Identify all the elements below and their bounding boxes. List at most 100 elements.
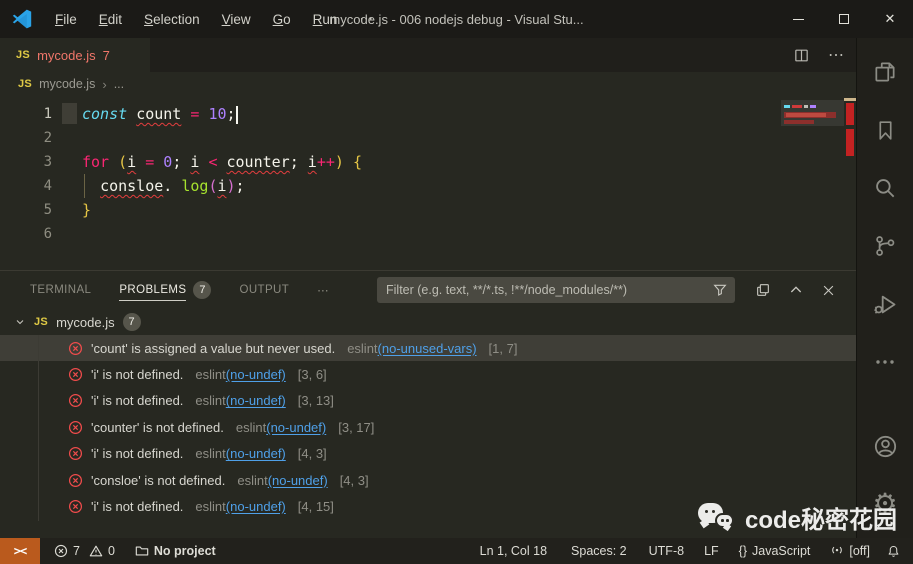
title-bar: File Edit Selection View Go Run ⋯ mycode.js - … [0, 0, 913, 38]
problem-source: eslint(no-unused-vars) [347, 340, 477, 356]
error-icon [54, 544, 68, 558]
view-as-table-icon[interactable] [755, 282, 771, 298]
panel-tab-terminal[interactable]: TERMINAL [30, 271, 91, 309]
code-line[interactable]: 2 [0, 126, 856, 150]
js-lang-icon: JS [16, 49, 31, 61]
problem-message: 'i' is not defined. [91, 393, 184, 409]
problem-position: [4, 3] [339, 472, 369, 488]
maximize-panel-icon[interactable] [788, 282, 804, 298]
rule-link[interactable]: (no-undef) [268, 473, 328, 488]
bottom-panel: TERMINAL PROBLEMS 7 OUTPUT ⋯ Filter (e.g… [0, 270, 856, 538]
source-control-icon[interactable] [861, 222, 909, 270]
tab-error-count: 7 [102, 47, 110, 63]
remote-indicator[interactable]: >< [0, 538, 40, 564]
problem-message: 'counter' is not defined. [91, 419, 224, 435]
rule-link[interactable]: (no-undef) [226, 367, 286, 382]
menu-bar: File Edit Selection View Go Run ⋯ [44, 11, 384, 27]
breadcrumb-symbol[interactable]: ... [114, 77, 124, 91]
search-icon[interactable] [861, 164, 909, 212]
close-button[interactable]: ✕ [867, 0, 913, 38]
rule-link[interactable]: (no-unused-vars) [378, 341, 477, 356]
eol[interactable]: LF [696, 538, 727, 564]
problems-tree: JS mycode.js 7 'count' is assigned a val… [0, 309, 856, 521]
minimap-line1 [784, 105, 816, 108]
maximize-button[interactable] [821, 0, 867, 38]
problems-file-group[interactable]: JS mycode.js 7 [0, 309, 856, 335]
code-text: } [82, 201, 92, 219]
tab-mycode-js[interactable]: JS mycode.js 7 [0, 38, 150, 72]
tree-indent-guide [38, 335, 39, 521]
close-panel-icon[interactable] [821, 283, 836, 298]
problem-position: [4, 3] [297, 446, 327, 462]
panel-tab-problems[interactable]: PROBLEMS 7 [119, 271, 212, 309]
breadcrumb[interactable]: JS mycode.js › ... [0, 72, 856, 96]
encoding[interactable]: UTF-8 [641, 538, 692, 564]
group-filename: mycode.js [56, 314, 115, 330]
error-icon [68, 473, 83, 487]
panel-tab-more[interactable]: ⋯ [317, 271, 329, 309]
error-icon [68, 368, 83, 382]
problems-filter-input[interactable] [377, 277, 735, 303]
code-line[interactable]: 4 consloe. log(i); [0, 174, 856, 198]
problems-status[interactable]: 7 0 [46, 538, 123, 564]
problem-position: [3, 13] [297, 393, 334, 409]
code-editor[interactable]: 1 const count = 10; 2 3 for (i = 0; i < coun… [0, 96, 856, 270]
screencast-status[interactable]: [off] [822, 538, 878, 564]
account-icon[interactable] [861, 422, 909, 470]
js-lang-icon: JS [34, 316, 49, 328]
explorer-icon[interactable] [861, 48, 909, 96]
menu-item-file[interactable]: File [44, 12, 88, 27]
bookmarks-icon[interactable] [861, 106, 909, 154]
vscode-window: File Edit Selection View Go Run ⋯ mycode.js - … [0, 0, 913, 564]
problem-row[interactable]: 'i' is not defined. eslint(no-undef) [3, 1… [0, 388, 856, 414]
project-label: No project [153, 544, 216, 558]
watermark: code秘密花园 [697, 500, 897, 535]
language-mode[interactable]: {} JavaScript [731, 538, 819, 564]
cursor-position[interactable]: Ln 1, Col 18 [472, 538, 555, 564]
indentation[interactable]: Spaces: 2 [563, 538, 635, 564]
notifications-bell[interactable] [878, 538, 909, 564]
chevron-down-icon [16, 320, 24, 325]
problem-row[interactable]: 'i' is not defined. eslint(no-undef) [3, 6… [0, 361, 856, 387]
code-line[interactable]: 1 const count = 10; [0, 102, 856, 126]
code-line[interactable]: 5} [0, 198, 856, 222]
rule-link[interactable]: (no-undef) [226, 499, 286, 514]
window-controls: ✕ [775, 0, 913, 38]
menu-item-more[interactable]: ⋯ [348, 11, 384, 27]
split-editor-icon[interactable] [793, 47, 810, 64]
minimap-error-line [784, 112, 836, 118]
menu-item-run[interactable]: Run [302, 12, 349, 27]
problem-row[interactable]: 'count' is assigned a value but never us… [0, 335, 856, 362]
filter-icon[interactable] [712, 282, 728, 298]
menu-item-edit[interactable]: Edit [88, 12, 133, 27]
minimap[interactable] [781, 100, 844, 170]
run-and-debug-icon[interactable] [861, 280, 909, 328]
problem-row[interactable]: 'i' is not defined. eslint(no-undef) [4, 3… [0, 441, 856, 467]
rule-link[interactable]: (no-undef) [226, 446, 286, 461]
problem-source: eslint(no-undef) [195, 393, 286, 409]
menu-item-go[interactable]: Go [262, 12, 302, 27]
breadcrumb-file[interactable]: mycode.js [39, 77, 95, 91]
activity-bar: ⚙ [857, 38, 913, 538]
code-text: const count = 10; [82, 105, 238, 124]
code-line[interactable]: 3 for (i = 0; i < counter; i++) { [0, 150, 856, 174]
problem-row[interactable]: 'counter' is not defined. eslint(no-undef… [0, 414, 856, 440]
folder-icon [135, 546, 149, 556]
menu-item-view[interactable]: View [211, 12, 262, 27]
code-line[interactable]: 6 [0, 222, 856, 246]
editor-more-actions-icon[interactable]: ⋯ [828, 45, 844, 65]
project-status[interactable]: No project [127, 538, 224, 564]
problem-source: eslint(no-undef) [195, 367, 286, 383]
rule-link[interactable]: (no-undef) [266, 420, 326, 435]
minimize-button[interactable] [775, 0, 821, 38]
panel-tab-output[interactable]: OUTPUT [239, 271, 289, 309]
rule-link[interactable]: (no-undef) [226, 393, 286, 408]
more-views-icon[interactable] [861, 338, 909, 386]
problem-row[interactable]: 'consloe' is not defined. eslint(no-undef… [0, 467, 856, 493]
menu-item-selection[interactable]: Selection [133, 12, 211, 27]
minimap-error-line [784, 120, 814, 124]
problem-source: eslint(no-undef) [195, 446, 286, 462]
problem-message: 'i' is not defined. [91, 446, 184, 462]
